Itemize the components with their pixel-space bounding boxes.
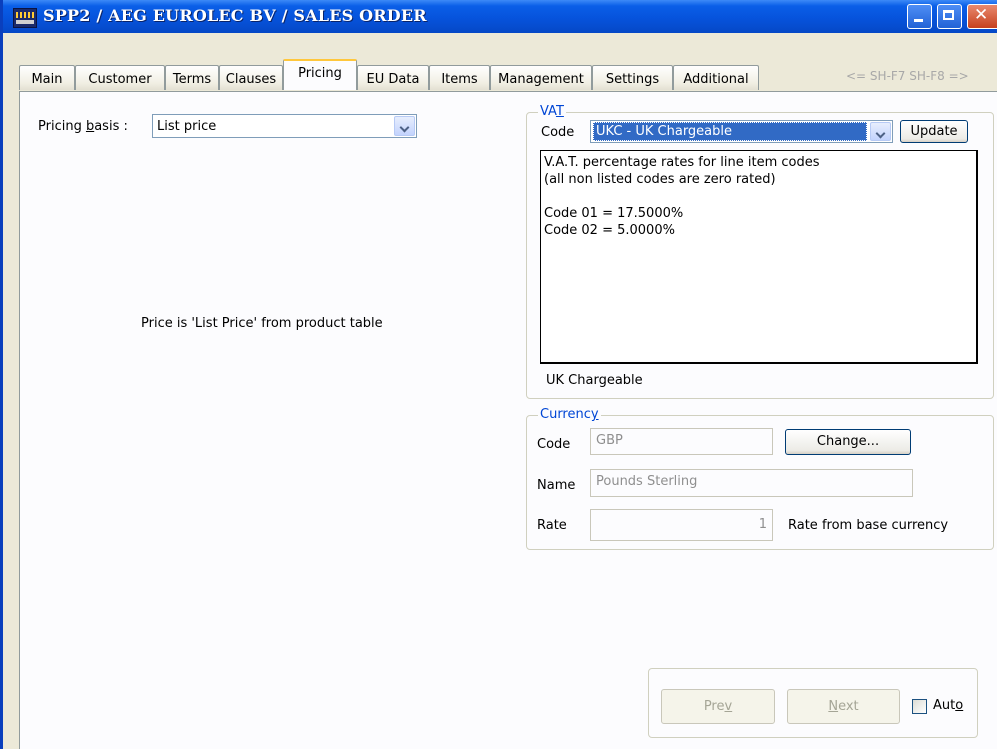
tab-settings[interactable]: Settings (592, 65, 673, 90)
currency-rate-label: Rate (537, 518, 567, 533)
title-bar[interactable]: SPP2 / AEG EUROLEC BV / SALES ORDER (3, 0, 997, 33)
currency-name-label: Name (537, 478, 576, 493)
sales-order-window: SPP2 / AEG EUROLEC BV / SALES ORDER Main… (0, 0, 997, 749)
maximize-button[interactable] (937, 4, 962, 29)
tab-main[interactable]: Main (19, 65, 75, 90)
currency-code-label: Code (537, 437, 571, 452)
chevron-down-icon[interactable] (870, 122, 891, 141)
vat-code-value: UKC - UK Chargeable (593, 122, 867, 141)
tab-items[interactable]: Items (429, 65, 490, 90)
vat-rates-line: V.A.T. percentage rates for line item co… (544, 155, 820, 170)
tab-customer[interactable]: Customer (75, 65, 165, 90)
pricing-note: Price is 'List Price' from product table (141, 316, 383, 331)
auto-checkbox[interactable] (912, 699, 927, 714)
currency-change-button[interactable]: Change... (785, 429, 911, 455)
pricing-panel: Pricing basis : List price Price is 'Lis… (19, 91, 997, 749)
currency-name-field[interactable]: Pounds Sterling (590, 469, 913, 497)
vat-update-button[interactable]: Update (900, 120, 968, 143)
tab-clauses[interactable]: Clauses (219, 65, 283, 90)
vat-description: UK Chargeable (546, 373, 643, 388)
vat-rates-line: (all non listed codes are zero rated) (544, 172, 776, 187)
currency-code-field[interactable]: GBP (590, 428, 773, 455)
prev-button[interactable]: Prev (661, 689, 775, 724)
window-title: SPP2 / AEG EUROLEC BV / SALES ORDER (43, 6, 427, 25)
vat-legend: VAT (538, 104, 566, 119)
tab-eu-data[interactable]: EU Data (357, 65, 429, 90)
vat-rates-text[interactable]: V.A.T. percentage rates for line item co… (540, 150, 978, 364)
tab-pricing[interactable]: Pricing (283, 59, 357, 90)
pricing-basis-value: List price (157, 119, 217, 134)
tab-shortcut-hint: <= SH-F7 SH-F8 => (846, 69, 969, 83)
currency-legend: Currency (538, 407, 601, 422)
vat-code-label: Code (541, 125, 575, 140)
pricing-basis-label: Pricing basis : (38, 119, 128, 134)
currency-rate-note: Rate from base currency (788, 518, 949, 533)
vat-rates-line (544, 188, 973, 205)
pricing-basis-select[interactable]: List price (152, 114, 417, 138)
chevron-down-icon[interactable] (394, 116, 415, 136)
vat-code-select[interactable]: UKC - UK Chargeable (590, 120, 893, 143)
minimize-button[interactable] (907, 4, 932, 29)
tab-terms[interactable]: Terms (165, 65, 219, 90)
auto-label[interactable]: Auto (933, 698, 963, 713)
tab-management[interactable]: Management (490, 65, 592, 90)
app-icon (13, 8, 37, 28)
tab-additional[interactable]: Additional (673, 65, 759, 90)
close-button[interactable] (967, 4, 997, 29)
vat-rates-line: Code 01 = 17.5000% (544, 206, 684, 221)
vat-rates-line: Code 02 = 5.0000% (544, 223, 675, 238)
next-button[interactable]: Next (787, 689, 900, 724)
currency-rate-field[interactable]: 1 (590, 509, 773, 541)
